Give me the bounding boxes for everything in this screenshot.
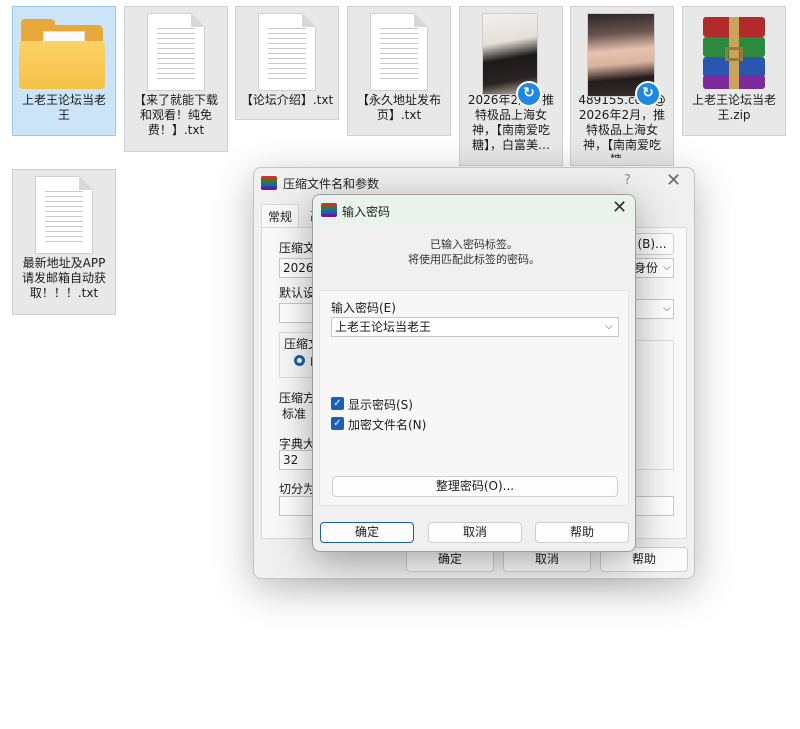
file-name: 2026年2月，推特极品上海女神，【南南爱吃糖】，白富美… xyxy=(467,93,555,152)
password-value: 上老王论坛当老王 xyxy=(335,320,432,334)
video-thumbnail: ↻ xyxy=(460,11,562,107)
text-file-icon xyxy=(236,11,338,93)
profile-dropdown[interactable]: 身份 ⌵ xyxy=(630,258,674,278)
browse-button[interactable]: (B)... xyxy=(630,233,674,255)
rar-format-radio[interactable] xyxy=(294,355,305,366)
file-name: 最新地址及APP请发邮箱自动获取！！！.txt xyxy=(21,256,106,300)
ok-button[interactable]: 确定 xyxy=(320,522,414,543)
organize-passwords-button[interactable]: 整理密码(O)... xyxy=(332,476,618,497)
sync-icon: ↻ xyxy=(516,81,542,107)
video-thumbnail: ↻ xyxy=(571,11,673,107)
text-file-icon xyxy=(348,11,450,93)
file-name: 【论坛介绍】.txt xyxy=(240,93,334,107)
profile-value: 身份 xyxy=(634,261,659,275)
chevron-down-icon: ⌵ xyxy=(663,303,671,314)
folder-icon xyxy=(13,11,115,93)
file-zip[interactable]: 上老王论坛当老王.zip xyxy=(682,6,786,136)
winrar-icon xyxy=(321,203,337,217)
window-title: 压缩文件名和参数 xyxy=(283,177,380,191)
dialog-title: 输入密码 xyxy=(342,205,391,219)
encrypt-filenames-label: 加密文件名(N) xyxy=(348,418,427,432)
help-button[interactable]: 帮助 xyxy=(535,522,629,543)
password-set-field[interactable] xyxy=(630,496,674,516)
update-mode-dropdown[interactable]: ⌵ xyxy=(630,299,674,319)
cancel-button[interactable]: 取消 xyxy=(428,522,522,543)
sync-icon: ↻ xyxy=(635,81,661,107)
file-name: 489155.com@2026年2月，推特极品上海女神，【南南爱吃糖… xyxy=(578,93,666,158)
chevron-down-icon: ⌵ xyxy=(663,262,671,273)
enter-password-dialog: 输入密码 ✕ 已输入密码标签。 将使用匹配此标签的密码。 输入密码(E) 上老王… xyxy=(312,194,636,552)
password-label: 输入密码(E) xyxy=(331,301,396,315)
file-txt-address[interactable]: 【永久地址发布页】.txt xyxy=(347,6,451,136)
text-file-icon xyxy=(13,174,115,256)
file-folder-laowang[interactable]: 上老王论坛当老王 xyxy=(12,6,116,136)
file-video-1[interactable]: ↻ 2026年2月，推特极品上海女神，【南南爱吃糖】，白富美… xyxy=(459,6,563,166)
tab-general[interactable]: 常规 xyxy=(261,204,300,228)
file-name: 上老王论坛当老王.zip xyxy=(691,93,776,122)
show-password-checkbox[interactable]: ✓ xyxy=(331,397,344,410)
file-name: 上老王论坛当老王 xyxy=(21,93,106,122)
help-icon[interactable]: ? xyxy=(624,173,631,188)
encrypt-filenames-checkbox[interactable]: ✓ xyxy=(331,417,344,430)
file-video-2[interactable]: ↻ 489155.com@2026年2月，推特极品上海女神，【南南爱吃糖… xyxy=(570,6,674,166)
close-icon[interactable]: ✕ xyxy=(666,170,681,191)
show-password-label: 显示密码(S) xyxy=(348,398,413,412)
file-txt-intro[interactable]: 【论坛介绍】.txt xyxy=(235,6,339,120)
winrar-icon xyxy=(261,176,277,190)
text-file-icon xyxy=(125,11,227,93)
file-txt-free[interactable]: 【来了就能下载和观看！纯免费！】.txt xyxy=(124,6,228,152)
file-name: 【永久地址发布页】.txt xyxy=(356,93,441,122)
password-group: 输入密码(E) 上老王论坛当老王 ⌵ ✓ 显示密码(S) ✓ 加密文件名(N) … xyxy=(319,290,629,506)
file-txt-app[interactable]: 最新地址及APP请发邮箱自动获取！！！.txt xyxy=(12,169,116,315)
close-icon[interactable]: ✕ xyxy=(612,197,627,218)
dialog-titlebar: 输入密码 ✕ xyxy=(313,195,635,225)
password-input[interactable]: 上老王论坛当老王 ⌵ xyxy=(331,317,619,337)
winrar-archive-icon xyxy=(683,11,785,93)
archiving-options-box xyxy=(630,340,674,470)
chevron-down-icon[interactable]: ⌵ xyxy=(605,318,613,336)
file-name: 【来了就能下载和观看！纯免费！】.txt xyxy=(133,93,218,137)
password-tag-hint: 将使用匹配此标签的密码。 xyxy=(408,253,540,266)
password-tag-message: 已输入密码标签。 xyxy=(430,238,518,251)
